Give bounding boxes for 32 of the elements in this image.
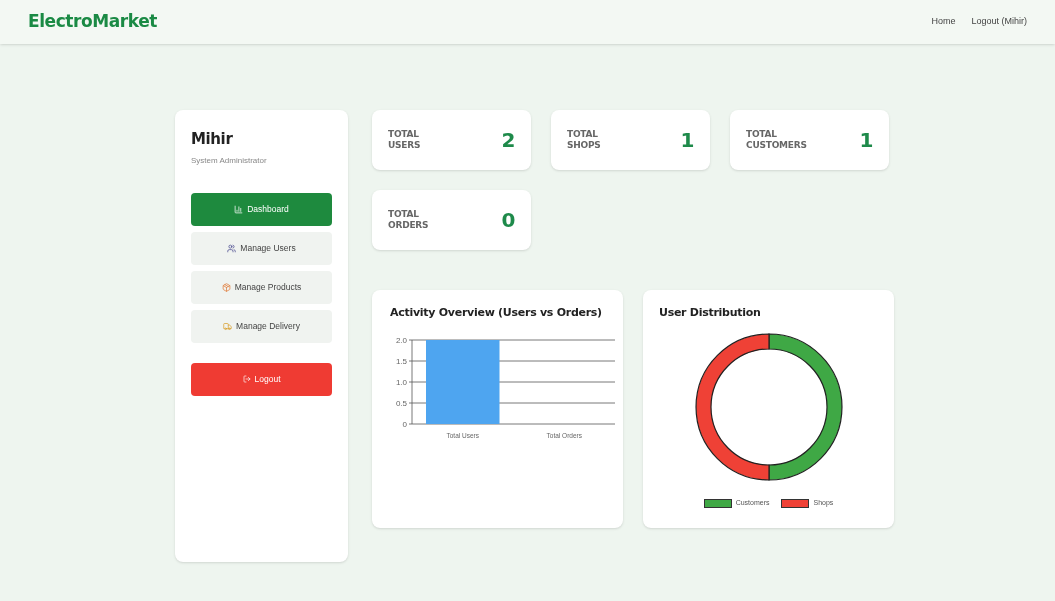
legend-swatch bbox=[781, 498, 810, 508]
bar-chart-icon bbox=[234, 204, 244, 214]
axis-tick-label: 1.0 bbox=[395, 377, 407, 387]
stat-value: 1 bbox=[680, 127, 694, 154]
axis-tick-label: 0 bbox=[402, 419, 407, 429]
chart-title: User Distribution bbox=[659, 306, 762, 320]
stat-label: TOTAL CUSTOMERS bbox=[746, 128, 806, 152]
chart-title: Activity Overview (Users vs Orders) bbox=[390, 306, 603, 320]
profile-role: System Administrator bbox=[191, 154, 268, 167]
stat-value: 0 bbox=[501, 207, 515, 234]
axis-tick-label: 2.0 bbox=[395, 335, 407, 345]
sidebar-item[interactable]: Manage Delivery bbox=[191, 309, 332, 343]
nav-link[interactable]: Home bbox=[931, 15, 956, 29]
logout-button[interactable]: Logout bbox=[191, 362, 332, 396]
stat-label: TOTAL SHOPS bbox=[567, 128, 602, 152]
truck-icon bbox=[223, 321, 233, 331]
sidebar-item[interactable]: Dashboard bbox=[191, 192, 332, 226]
stat-value: 1 bbox=[859, 127, 873, 154]
logout-icon bbox=[242, 375, 251, 383]
brand-logo: ElectroMarket bbox=[28, 10, 157, 34]
nav-link[interactable]: Logout (Mihir) bbox=[971, 15, 1027, 29]
stat-value: 2 bbox=[501, 127, 515, 154]
stat-label: TOTAL ORDERS bbox=[388, 208, 430, 232]
stat-label: TOTAL USERS bbox=[388, 128, 422, 152]
profile-name: Mihir bbox=[191, 129, 234, 150]
box-icon bbox=[221, 282, 231, 292]
axis-tick-label: 0.5 bbox=[395, 398, 407, 408]
people-icon bbox=[227, 243, 237, 253]
axis-tick-label: 1.5 bbox=[395, 356, 407, 366]
sidebar-item[interactable]: Manage Users bbox=[191, 231, 332, 265]
legend-swatch bbox=[703, 498, 732, 508]
sidebar-item[interactable]: Manage Products bbox=[191, 270, 332, 304]
